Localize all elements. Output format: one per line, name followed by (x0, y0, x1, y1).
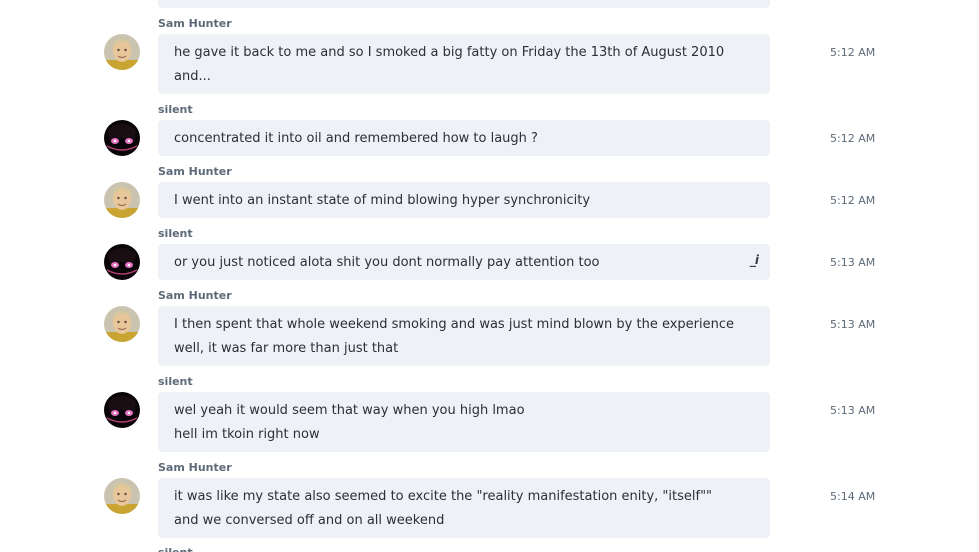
message-text: and... (174, 69, 211, 84)
message-bubble[interactable]: or you just noticed alota shit you dont … (158, 244, 770, 280)
silent-avatar-icon (104, 244, 140, 280)
user-avatar[interactable] (104, 182, 140, 218)
message-bubble[interactable]: wel yeah it would seem that way when you… (158, 392, 770, 452)
message-text: and we conversed off and on all weekend (174, 513, 445, 528)
edit-icon[interactable]: _i (750, 253, 759, 267)
message-text: I then spent that whole weekend smoking … (174, 317, 734, 332)
silent-avatar-icon (104, 120, 140, 156)
user-avatar[interactable] (104, 478, 140, 514)
sender-name[interactable]: Sam Hunter (158, 289, 232, 303)
message-timestamp: 5:14 AM (830, 490, 876, 503)
message-timestamp: 5:13 AM (830, 256, 876, 269)
sender-name[interactable]: Sam Hunter (158, 461, 232, 475)
user-avatar[interactable] (104, 244, 140, 280)
message-text: it was like my state also seemed to exci… (174, 489, 713, 504)
sender-name[interactable]: silent (158, 103, 193, 117)
message-text: or you just noticed alota shit you dont … (174, 255, 600, 270)
message-bubble[interactable]: concentrated it into oil and remembered … (158, 120, 770, 156)
message-text: well, it was far more than just that (174, 341, 399, 356)
sender-name-partial[interactable]: silent (158, 546, 193, 552)
message-bubble[interactable]: I then spent that whole weekend smoking … (158, 306, 770, 366)
user-avatar[interactable] (104, 34, 140, 70)
sam-avatar-icon (104, 182, 140, 218)
message-timestamp: 5:12 AM (830, 194, 876, 207)
sam-avatar-icon (104, 306, 140, 342)
sam-avatar-icon (104, 478, 140, 514)
message-timestamp: 5:13 AM (830, 404, 876, 417)
sender-name[interactable]: silent (158, 375, 193, 389)
previous-message-bubble (158, 0, 770, 8)
sam-avatar-icon (104, 34, 140, 70)
message-bubble[interactable]: he gave it back to me and so I smoked a … (158, 34, 770, 94)
message-timestamp: 5:13 AM (830, 318, 876, 331)
message-timestamp: 5:12 AM (830, 46, 876, 59)
message-timestamp: 5:12 AM (830, 132, 876, 145)
message-bubble[interactable]: I went into an instant state of mind blo… (158, 182, 770, 218)
user-avatar[interactable] (104, 120, 140, 156)
message-text: hell im tkoin right now (174, 427, 320, 442)
user-avatar[interactable] (104, 306, 140, 342)
message-text: I went into an instant state of mind blo… (174, 193, 591, 208)
silent-avatar-icon (104, 392, 140, 428)
message-bubble[interactable]: it was like my state also seemed to exci… (158, 478, 770, 538)
message-text: concentrated it into oil and remembered … (174, 131, 538, 146)
message-text: he gave it back to me and so I smoked a … (174, 45, 725, 60)
sender-name[interactable]: Sam Hunter (158, 165, 232, 179)
message-text: wel yeah it would seem that way when you… (174, 403, 525, 418)
user-avatar[interactable] (104, 392, 140, 428)
chat-log: Sam Hunter he gave it back to me and so … (0, 0, 979, 552)
sender-name[interactable]: Sam Hunter (158, 17, 232, 31)
sender-name[interactable]: silent (158, 227, 193, 241)
